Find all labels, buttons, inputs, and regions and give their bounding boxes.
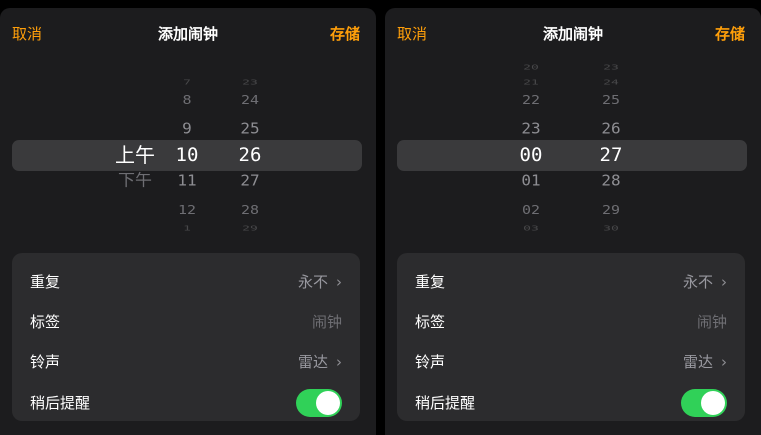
minute-option[interactable]: 30 <box>580 223 642 232</box>
repeat-row[interactable]: 重复 永不 › <box>12 262 360 302</box>
time-picker[interactable]: 20 21 22 23 00 01 02 03 23 24 25 26 27 28 29 30 <box>385 63 761 244</box>
ampm-wheel[interactable]: 上午 下午 <box>110 72 160 244</box>
minute-option[interactable]: 26 <box>580 120 642 138</box>
chevron-right-icon: › <box>721 353 727 371</box>
snooze-label: 稍后提醒 <box>30 394 91 412</box>
chevron-right-icon: › <box>721 273 727 291</box>
repeat-label: 重复 <box>415 273 446 291</box>
hour-option[interactable]: 03 <box>500 223 562 232</box>
minute-option[interactable]: 27 <box>580 144 642 167</box>
snooze-row: 稍后提醒 <box>397 383 745 423</box>
alarm-sheet-right: 取消 添加闹钟 存储 20 21 22 23 00 01 02 03 23 24 25 26 27 28… <box>385 8 761 435</box>
toggle-knob <box>701 391 725 415</box>
hour-option[interactable]: 22 <box>500 92 562 107</box>
hour-option[interactable]: 00 <box>500 144 562 167</box>
minute-option[interactable]: 24 <box>580 77 642 86</box>
cancel-button[interactable]: 取消 <box>12 23 42 45</box>
label-row[interactable]: 标签 闹钟 <box>12 302 360 342</box>
minute-option[interactable]: 23 <box>222 77 278 86</box>
hour-option[interactable]: 11 <box>160 172 214 190</box>
time-picker[interactable]: 上午下午 7 8 9 10 11 12 1 23 24 25 26 27 28 29 <box>0 72 376 244</box>
minute-wheel[interactable]: 23 24 25 26 27 28 29 <box>222 72 278 244</box>
hour-option[interactable]: 10 <box>160 144 214 167</box>
sound-row[interactable]: 铃声 雷达 › <box>397 342 745 382</box>
hour-wheel[interactable]: 20 21 22 23 00 01 02 03 <box>500 63 562 244</box>
repeat-value: 永不 › <box>683 262 727 302</box>
snooze-toggle[interactable] <box>681 389 727 417</box>
nav-bar: 取消 添加闹钟 存储 <box>0 23 376 45</box>
alarm-settings-list: 重复 永不 › 标签 闹钟 铃声 雷达 › 稍后提醒 <box>397 253 745 421</box>
hour-option[interactable]: 02 <box>500 202 562 217</box>
alarm-sheet-left: 取消 添加闹钟 存储 上午 下午 7 8 9 10 11 12 1 23 24 25 26 27 28 2… <box>0 8 376 435</box>
toggle-knob <box>316 391 340 415</box>
chevron-right-icon: › <box>336 273 342 291</box>
chevron-right-icon: › <box>336 353 342 371</box>
minute-option[interactable]: 25 <box>222 120 278 138</box>
minute-option[interactable]: 25 <box>580 92 642 107</box>
sound-value: 雷达 › <box>298 342 342 382</box>
hour-option[interactable]: 20 <box>500 62 562 71</box>
cancel-button[interactable]: 取消 <box>397 23 427 45</box>
minute-option[interactable]: 23 <box>580 62 642 71</box>
minute-option[interactable]: 24 <box>222 92 278 107</box>
sound-row[interactable]: 铃声 雷达 › <box>12 342 360 382</box>
minute-option[interactable]: 28 <box>222 202 278 217</box>
minute-option[interactable]: 26 <box>222 144 278 167</box>
minute-option[interactable]: 29 <box>222 223 278 232</box>
sound-value: 雷达 › <box>683 342 727 382</box>
hour-option[interactable]: 23 <box>500 120 562 138</box>
ampm-option[interactable]: 上午 <box>110 143 160 167</box>
snooze-label: 稍后提醒 <box>415 394 476 412</box>
sound-label: 铃声 <box>30 353 61 371</box>
label-label: 标签 <box>30 313 61 331</box>
hour-option[interactable]: 21 <box>500 77 562 86</box>
snooze-toggle[interactable] <box>296 389 342 417</box>
sheet-title: 添加闹钟 <box>542 25 603 43</box>
sheet-title: 添加闹钟 <box>157 25 218 43</box>
hour-option[interactable]: 9 <box>160 120 214 138</box>
hour-option[interactable]: 8 <box>160 92 214 107</box>
nav-bar: 取消 添加闹钟 存储 <box>385 23 761 45</box>
ampm-option[interactable]: 下午 <box>110 172 160 190</box>
picker-selection-highlight <box>397 140 747 171</box>
label-row[interactable]: 标签 闹钟 <box>397 302 745 342</box>
minute-option[interactable]: 27 <box>222 172 278 190</box>
minute-wheel[interactable]: 23 24 25 26 27 28 29 30 <box>580 63 642 244</box>
label-input[interactable]: 闹钟 <box>312 302 342 342</box>
repeat-label: 重复 <box>30 273 61 291</box>
save-button[interactable]: 存储 <box>715 23 745 45</box>
label-label: 标签 <box>415 313 446 331</box>
repeat-row[interactable]: 重复 永不 › <box>397 262 745 302</box>
hour-option[interactable]: 1 <box>160 223 214 232</box>
snooze-row: 稍后提醒 <box>12 383 360 423</box>
minute-option[interactable]: 28 <box>580 172 642 190</box>
hour-wheel[interactable]: 7 8 9 10 11 12 1 <box>160 72 214 244</box>
alarm-settings-list: 重复 永不 › 标签 闹钟 铃声 雷达 › 稍后提醒 <box>12 253 360 421</box>
label-input[interactable]: 闹钟 <box>697 302 727 342</box>
repeat-value: 永不 › <box>298 262 342 302</box>
sound-label: 铃声 <box>415 353 446 371</box>
hour-option[interactable]: 7 <box>160 77 214 86</box>
minute-option[interactable]: 29 <box>580 202 642 217</box>
save-button[interactable]: 存储 <box>330 23 360 45</box>
hour-option[interactable]: 01 <box>500 172 562 190</box>
hour-option[interactable]: 12 <box>160 202 214 217</box>
